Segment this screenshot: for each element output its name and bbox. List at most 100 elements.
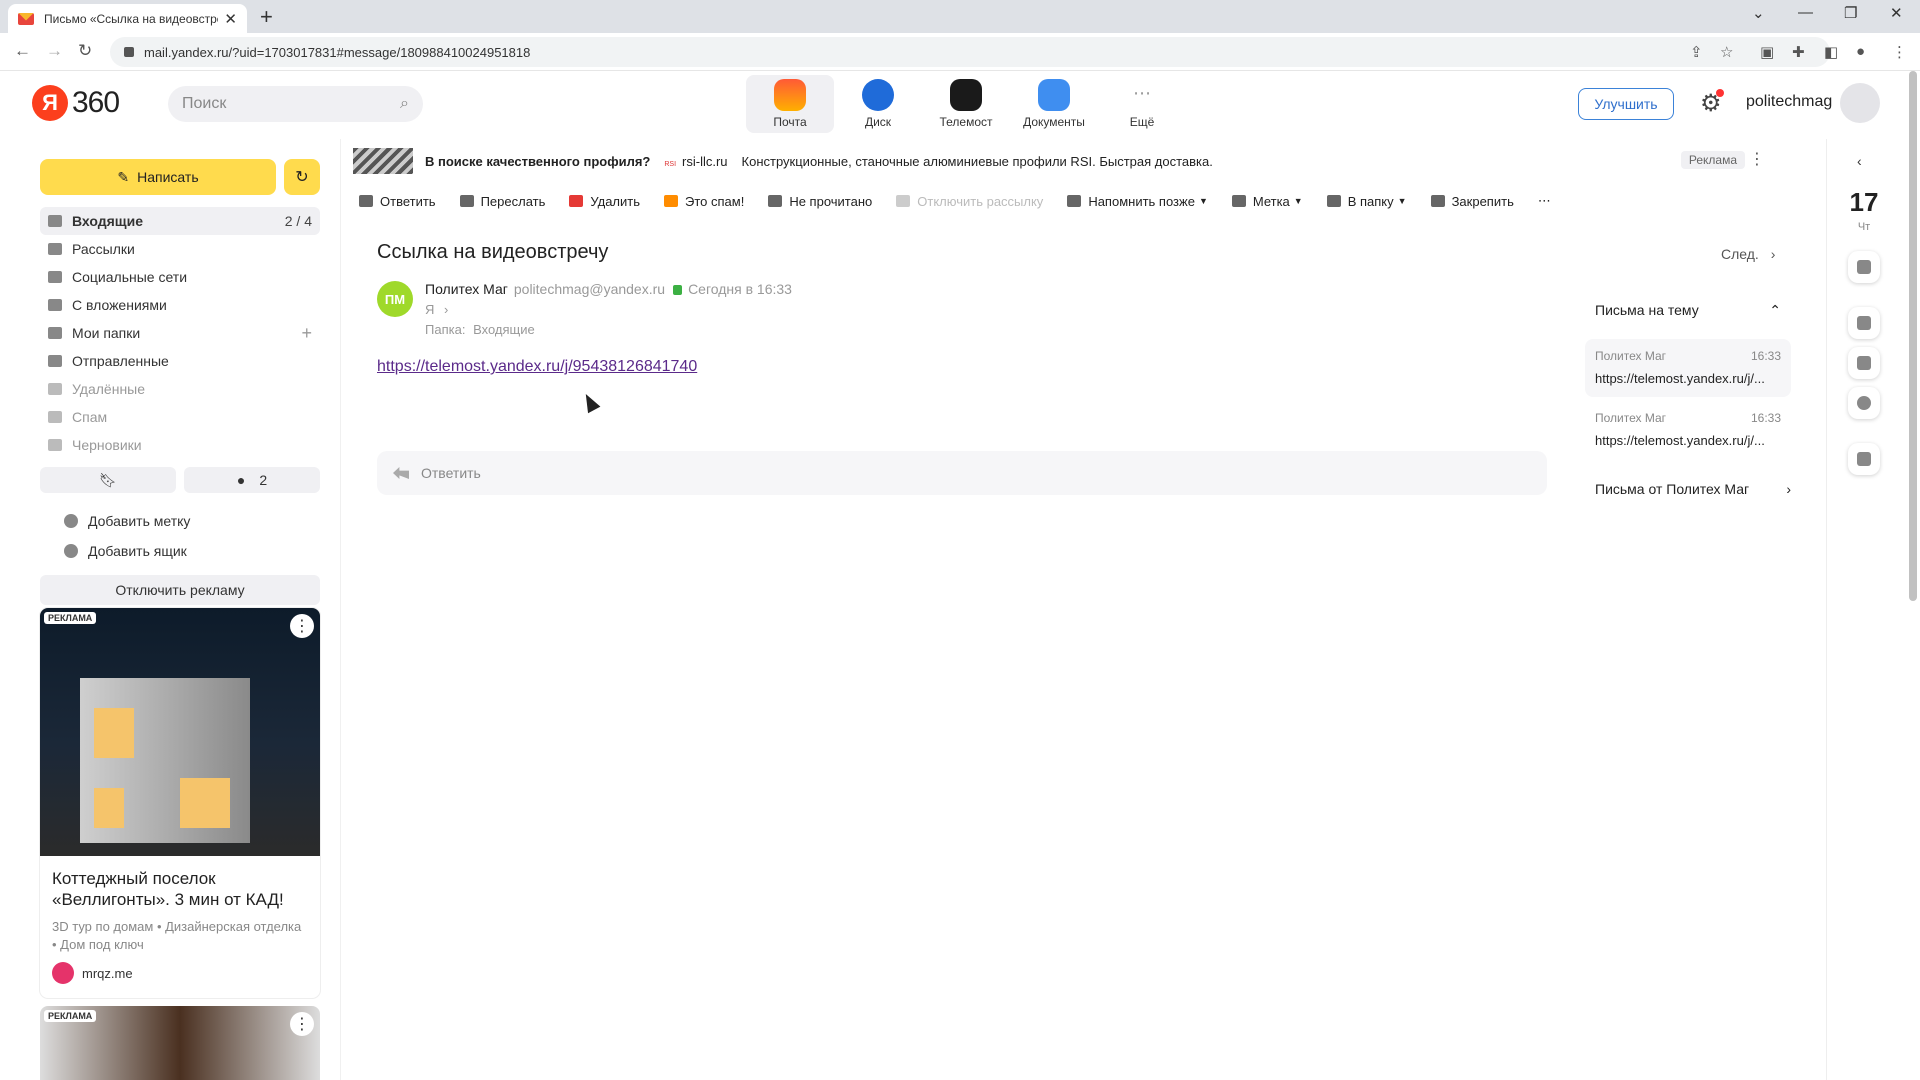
bookmark-star-icon[interactable]: ☆ [1720,43,1733,61]
more-actions-icon[interactable]: ⋯ [1538,193,1551,209]
service-mail[interactable]: Почта [746,75,834,133]
collapse-panel-icon[interactable]: ‹ [1857,153,1862,169]
pin-button[interactable]: Закрепить [1430,193,1514,209]
sidebar-item-spam[interactable]: Спам [40,403,320,431]
sidebar-item-attachments[interactable]: С вложениями [40,291,320,319]
remind-later-button[interactable]: Напомнить позже ▼ [1067,193,1208,209]
ad-menu-icon[interactable]: ⋮ [290,1012,314,1036]
avatar[interactable] [1840,83,1880,123]
chevron-right-icon: › [444,302,449,317]
sidebar: ✎ Написать ↻ Входящие 2 / 4 Рассылки Соц… [20,139,320,1080]
service-more[interactable]: ⋯ Ещё [1098,75,1186,133]
page-scrollbar[interactable] [1909,71,1917,601]
address-bar[interactable]: mail.yandex.ru/?uid=1703017831#message/1… [110,37,1830,67]
sender-avatar[interactable]: ПМ [377,281,413,317]
disable-ads-button[interactable]: Отключить рекламу [40,575,320,605]
sidebar-item-drafts[interactable]: Черновики [40,431,320,459]
pinned-filter-button[interactable]: 🔖︎ [40,467,176,493]
chevron-down-icon: ▼ [1198,196,1208,206]
chart-rail-icon[interactable] [1848,387,1880,419]
close-window-button[interactable]: ✕ [1890,4,1903,22]
yandex-360-logo[interactable]: Я 360 [32,85,120,121]
banner-domain: rsi-llc.ru [664,154,728,169]
ad-banner[interactable]: В поиске качественного профиля? rsi-llc.… [341,147,1827,175]
service-telemost[interactable]: Телемост [922,75,1010,133]
mark-unread-button[interactable]: Не прочитано [768,193,872,209]
pin-icon [1430,195,1445,207]
browser-menu-icon[interactable]: ⋮ [1892,43,1907,61]
sidepanel-icon[interactable]: ◧ [1824,43,1838,61]
sidebar-item-inbox[interactable]: Входящие 2 / 4 [40,207,320,235]
add-mailbox-link[interactable]: Добавить ящик [64,543,187,559]
service-documents[interactable]: Документы [1010,75,1098,133]
reply-button[interactable]: Ответить [359,193,436,209]
sidebar-item-my-folders[interactable]: Мои папки + [40,319,320,347]
search-input[interactable]: Поиск ⌕ [168,86,423,122]
quick-reply-box[interactable]: Ответить [377,451,1547,495]
thread-item[interactable]: Политех Маг 16:33 https://telemost.yandex… [1585,339,1791,397]
profile-icon[interactable]: ● [1856,43,1865,60]
folder-list: Входящие 2 / 4 Рассылки Социальные сети … [40,207,320,459]
add-label-link[interactable]: Добавить метку [64,513,190,529]
messages-from-sender-link[interactable]: Письма от Политех Маг › [1595,481,1791,497]
sidebar-item-trash[interactable]: Удалённые [40,375,320,403]
minimize-button[interactable]: — [1798,4,1813,21]
folder-name[interactable]: Входящие [473,322,535,337]
search-icon[interactable]: ⌕ [400,95,409,113]
browser-titlebar: Письмо «Ссылка на видеовстре ✕ + ⌄ — ❐ ✕ [0,0,1920,33]
banner-menu-icon[interactable]: ⋮ [1749,149,1765,169]
next-message-link[interactable]: След. › [1721,246,1775,262]
more-dots-icon: ⋯ [1126,79,1158,111]
username[interactable]: politechmag [1746,93,1832,111]
sender-name[interactable]: Политех Маг [425,281,508,297]
search-placeholder: Поиск [182,95,227,112]
compose-button[interactable]: ✎ Написать [40,159,276,195]
restore-button[interactable]: ❐ [1844,4,1857,22]
recipient-line[interactable]: Я › [425,302,448,317]
ad-menu-icon[interactable]: ⋮ [290,614,314,638]
forward-icon[interactable]: → [46,41,63,61]
forward-button[interactable]: Переслать [459,193,545,209]
spam-button[interactable]: Это спам! [664,193,744,209]
service-label: Диск [864,115,892,129]
browser-tab[interactable]: Письмо «Ссылка на видеовстре ✕ [8,4,247,33]
docs-rail-icon[interactable] [1848,443,1880,475]
refresh-button[interactable]: ↻ [284,159,320,195]
label-button[interactable]: Метка ▼ [1231,193,1303,209]
sidebar-item-social[interactable]: Социальные сети [40,263,320,291]
thread-header[interactable]: Письма на тему ⌃ [1585,295,1791,325]
sender-email[interactable]: politechmag@yandex.ru [514,281,665,297]
service-disk[interactable]: Диск [834,75,922,133]
unread-filter-button[interactable]: ● 2 [184,467,320,493]
telemost-rail-icon[interactable] [1848,251,1880,283]
thread-item[interactable]: Политех Маг 16:33 https://telemost.yandex… [1585,401,1791,459]
unsubscribe-button[interactable]: Отключить рассылку [896,193,1043,209]
add-folder-icon[interactable]: + [301,323,312,344]
share-icon[interactable]: ⇪ [1690,43,1703,61]
sidebar-item-sent[interactable]: Отправленные [40,347,320,375]
back-icon[interactable]: ← [14,41,31,61]
apps-rail-icon[interactable] [1848,347,1880,379]
ad-card[interactable]: РЕКЛАМА ⋮ Коттеджный поселок «Веллигонты… [40,608,320,998]
ad-domain[interactable]: mrqz.me [40,954,320,992]
puzzle-icon[interactable]: ✚ [1792,43,1805,61]
new-tab-button[interactable]: + [260,4,273,30]
reply-placeholder: Ответить [421,465,481,481]
thread-time: 16:33 [1750,349,1781,363]
telemost-link[interactable]: https://telemost.yandex.ru/j/95438126841… [377,358,697,376]
sidebar-item-newsletters[interactable]: Рассылки [40,235,320,263]
unsubscribe-icon [896,195,911,207]
reload-icon[interactable]: ↻ [78,41,92,61]
delete-button[interactable]: Удалить [569,193,640,209]
notes-rail-icon[interactable] [1848,307,1880,339]
extension-icon[interactable]: ▣ [1760,43,1774,61]
move-to-folder-button[interactable]: В папку ▼ [1326,193,1407,209]
ad-image: РЕКЛАМА ⋮ [40,608,320,856]
ad-card-2[interactable]: РЕКЛАМА ⋮ [40,1006,320,1080]
sender-line: Политех Маг politechmag@yandex.ru Сегодня … [425,281,792,297]
calendar-day[interactable]: 17 [1827,187,1901,218]
upgrade-button[interactable]: Улучшить [1578,88,1674,120]
tab-close-icon[interactable]: ✕ [224,10,237,28]
tab-search-icon[interactable]: ⌄ [1752,4,1765,22]
settings-gear-icon[interactable]: ⚙ [1700,89,1724,118]
